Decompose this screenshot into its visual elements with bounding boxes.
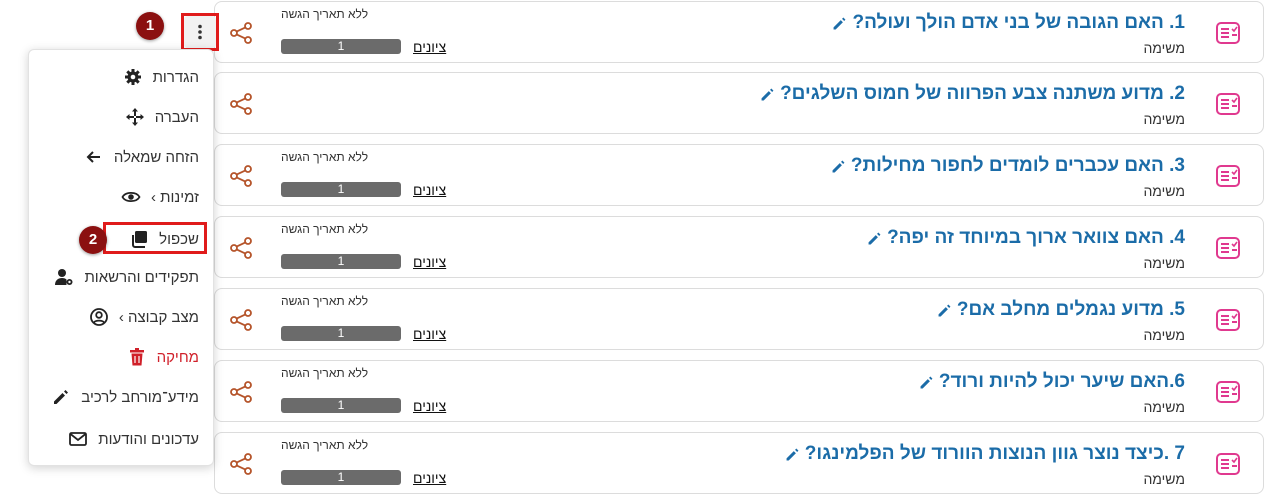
due-date-label: ללא תאריך הגשה [281, 222, 369, 236]
activity-title[interactable]: 1. האם הגובה של בני אדם הולך ועולה? [831, 12, 1185, 34]
menu-item-availability[interactable]: זמינות › [121, 182, 199, 212]
activity-type: משימה [1143, 183, 1185, 199]
activity-type: משימה [1143, 471, 1185, 487]
share-icon[interactable] [229, 164, 253, 188]
trash-icon [129, 348, 144, 366]
highlight-box-kebab [181, 13, 219, 51]
assignment-icon[interactable] [1215, 163, 1241, 189]
user-cog-icon [55, 269, 73, 285]
menu-item-move[interactable]: העברה [125, 102, 199, 132]
menu-item-indent-left[interactable]: הזחה שמאלה [84, 142, 199, 172]
edit-pencil-icon[interactable] [759, 86, 776, 103]
assignment-icon[interactable] [1215, 235, 1241, 261]
due-date-label: ללא תאריך הגשה [281, 7, 369, 21]
assignment-icon[interactable] [1215, 91, 1241, 117]
activity-title[interactable]: 5. מדוע נגמלים מחלב אם? [936, 299, 1185, 321]
grades-link[interactable]: ציונים [413, 39, 446, 55]
assignment-icon[interactable] [1215, 307, 1241, 333]
share-icon[interactable] [229, 380, 253, 404]
move-icon [125, 108, 144, 126]
edit-pencil-icon[interactable] [784, 446, 801, 463]
menu-item-updates-notifications[interactable]: עדכונים והודעות [68, 424, 199, 454]
grades-link[interactable]: ציונים [413, 182, 446, 198]
due-date-label: ללא תאריך הגשה [281, 294, 369, 308]
activity-title[interactable]: 4. האם צוואר ארוך במיוחד זה יפה? [866, 227, 1185, 249]
edit-pencil-icon[interactable] [830, 158, 847, 175]
edit-pencil-icon[interactable] [936, 302, 953, 319]
activity-type: משימה [1143, 327, 1185, 343]
share-icon[interactable] [229, 92, 253, 116]
menu-item-label: מצב קבוצה › [118, 308, 199, 326]
assignment-icon[interactable] [1215, 20, 1241, 46]
edit-pencil-icon[interactable] [831, 15, 848, 32]
assignment-icon[interactable] [1215, 451, 1241, 477]
share-icon[interactable] [229, 308, 253, 332]
activity-title-link[interactable]: 2. מדוע משתנה צבע הפרווה של חמוס השלגים? [780, 83, 1185, 105]
due-date-label: ללא תאריך הגשה [281, 150, 369, 164]
menu-item-label: העברה [154, 108, 199, 126]
activity-type: משימה [1143, 40, 1185, 56]
menu-item-label: הגדרות [152, 68, 199, 86]
activity-type: משימה [1143, 111, 1185, 127]
activity-type: משימה [1143, 255, 1185, 271]
activity-title[interactable]: 3. האם עכברים לומדים לחפור מחילות? [830, 155, 1185, 177]
menu-item-label: מידע־מורחב לרכיב [81, 388, 199, 406]
eye-icon [121, 191, 141, 203]
activity-row: 5. מדוע נגמלים מחלב אם? משימה ללא תאריך … [214, 288, 1264, 350]
share-icon[interactable] [229, 452, 253, 476]
menu-item-group-mode[interactable]: מצב קבוצה › [89, 302, 199, 332]
pencil-icon [54, 390, 69, 404]
activity-title-link[interactable]: 5. מדוע נגמלים מחלב אם? [957, 299, 1185, 321]
menu-item-label: מחיקה [156, 348, 199, 366]
grades-link[interactable]: ציונים [413, 398, 446, 414]
share-icon[interactable] [229, 21, 253, 45]
activity-title[interactable]: 7 .כיצד נוצר גוון הנוצות הוורוד של הפלמי… [784, 443, 1185, 465]
activity-title-link[interactable]: 4. האם צוואר ארוך במיוחד זה יפה? [887, 227, 1185, 249]
activity-title-link[interactable]: 7 .כיצד נוצר גוון הנוצות הוורוד של הפלמי… [805, 443, 1185, 465]
menu-item-settings[interactable]: הגדרות [123, 62, 199, 92]
grade-progress-bar: 1 [281, 39, 401, 54]
activity-row: 4. האם צוואר ארוך במיוחד זה יפה? משימה ל… [214, 216, 1264, 278]
grade-progress-bar: 1 [281, 470, 401, 485]
menu-item-label: תפקידים והרשאות [84, 268, 199, 286]
menu-item-label: עדכונים והודעות [98, 430, 199, 448]
activity-row: 3. האם עכברים לומדים לחפור מחילות? משימה… [214, 144, 1264, 206]
grade-progress-bar: 1 [281, 398, 401, 413]
activity-row: 6.האם שיער יכול להיות ורוד? משימה ללא תא… [214, 360, 1264, 422]
highlight-box-duplicate [103, 222, 207, 254]
due-date-label: ללא תאריך הגשה [281, 438, 369, 452]
activity-row: 7 .כיצד נוצר גוון הנוצות הוורוד של הפלמי… [214, 432, 1264, 494]
menu-item-label: הזחה שמאלה [113, 148, 199, 166]
grade-progress-bar: 1 [281, 182, 401, 197]
menu-item-extended-info[interactable]: מידע־מורחב לרכיב [51, 382, 199, 412]
activity-title[interactable]: 2. מדוע משתנה צבע הפרווה של חמוס השלגים? [759, 83, 1185, 105]
activity-row: 1. האם הגובה של בני אדם הולך ועולה? משימ… [214, 1, 1264, 63]
grade-progress-bar: 1 [281, 326, 401, 341]
activity-title-link[interactable]: 1. האם הגובה של בני אדם הולך ועולה? [852, 12, 1185, 34]
menu-item-roles-permissions[interactable]: תפקידים והרשאות [54, 262, 199, 292]
activity-title-link[interactable]: 3. האם עכברים לומדים לחפור מחילות? [851, 155, 1185, 177]
edit-pencil-icon[interactable] [918, 374, 935, 391]
activity-type: משימה [1143, 399, 1185, 415]
envelope-icon [69, 432, 88, 446]
due-date-label: ללא תאריך הגשה [281, 366, 369, 380]
menu-item-label: זמינות › [150, 188, 199, 206]
activity-title-link[interactable]: 6.האם שיער יכול להיות ורוד? [939, 371, 1185, 393]
activity-title[interactable]: 6.האם שיער יכול להיות ורוד? [918, 371, 1185, 393]
edit-pencil-icon[interactable] [866, 230, 883, 247]
grades-link[interactable]: ציונים [413, 326, 446, 342]
share-icon[interactable] [229, 236, 253, 260]
step-badge-1: 1 [136, 12, 164, 40]
activity-row: 2. מדוע משתנה צבע הפרווה של חמוס השלגים?… [214, 72, 1264, 134]
grades-link[interactable]: ציונים [413, 470, 446, 486]
grade-progress-bar: 1 [281, 254, 401, 269]
grades-link[interactable]: ציונים [413, 254, 446, 270]
assignment-icon[interactable] [1215, 379, 1241, 405]
context-menu: הגדרות העברה הזחה שמאלה זמינות › שכפול ת… [28, 49, 214, 466]
gear-icon [124, 69, 141, 85]
menu-item-delete[interactable]: מחיקה [127, 342, 199, 372]
arrow-left-icon [86, 151, 100, 163]
user-circle-icon [89, 308, 108, 326]
step-badge-2: 2 [79, 226, 107, 254]
